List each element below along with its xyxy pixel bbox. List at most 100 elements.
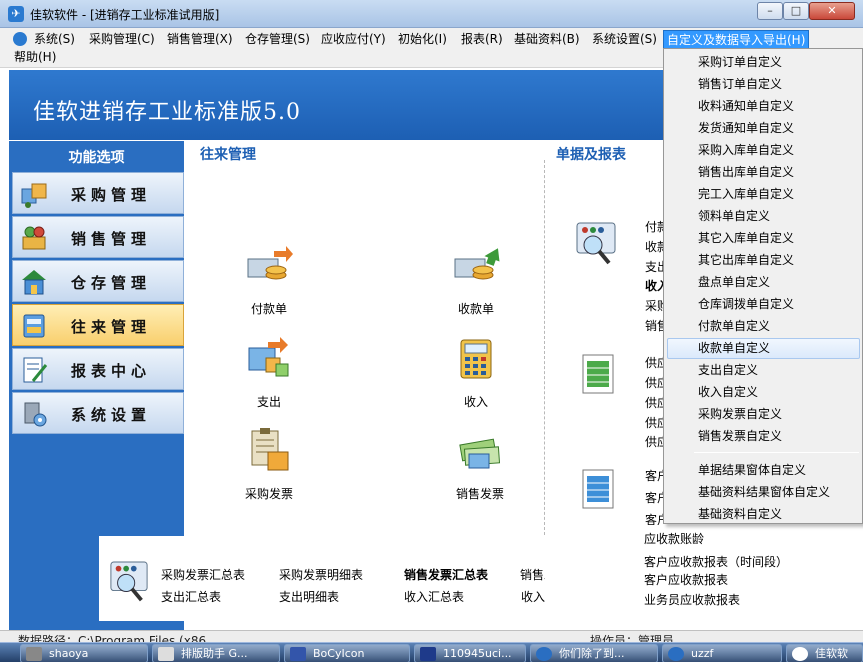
- tile-income-label: 收入: [463, 395, 488, 409]
- summary-link[interactable]: 收入汇总表: [404, 588, 464, 605]
- nav-system-settings[interactable]: 系统设置: [12, 392, 184, 434]
- minimize-button[interactable]: –: [757, 2, 783, 20]
- taskbar-item[interactable]: 你们除了到...: [530, 644, 658, 662]
- menu-purchase[interactable]: 采购管理(C): [86, 30, 158, 49]
- status-data-path: 数据路径：C:\Program Files (x86: [18, 634, 207, 642]
- system-menu-icon[interactable]: [13, 32, 27, 46]
- dropdown-item[interactable]: 收款单自定义: [667, 338, 860, 359]
- app-name: 佳软进销存工业标准版5.0: [33, 100, 301, 125]
- tile-sales-invoice[interactable]: 销售发票: [440, 426, 520, 506]
- accounts-icon: [23, 314, 45, 338]
- tile-expense[interactable]: 支出: [229, 334, 309, 414]
- taskbar-item[interactable]: BoCyIcon: [284, 644, 410, 662]
- menu-receivable-payable[interactable]: 应收应付(Y): [318, 30, 389, 49]
- app-icon: [536, 647, 552, 661]
- nav-accounts[interactable]: 往来管理: [12, 304, 184, 346]
- summary-link[interactable]: 支出汇总表: [161, 588, 221, 605]
- summary-link[interactable]: 采购发票汇总表: [161, 566, 245, 583]
- dropdown-item[interactable]: 盘点单自定义: [667, 272, 860, 293]
- app-icon: [26, 647, 42, 661]
- taskbar-item[interactable]: 排版助手 G...: [152, 644, 280, 662]
- dropdown-item[interactable]: 完工入库单自定义: [667, 184, 860, 205]
- dropdown-item[interactable]: 其它出库单自定义: [667, 250, 860, 271]
- dropdown-item[interactable]: 其它入库单自定义: [667, 228, 860, 249]
- dropdown-item[interactable]: 销售发票自定义: [667, 426, 860, 447]
- tile-payment[interactable]: 付款单: [229, 241, 309, 321]
- dropdown-item[interactable]: 基础资料结果窗体自定义: [667, 482, 860, 503]
- dropdown-item[interactable]: 支出自定义: [667, 360, 860, 381]
- menu-initialize[interactable]: 初始化(I): [395, 30, 450, 49]
- income-icon: [460, 339, 492, 379]
- taskbar-item-label: 110945uci...: [443, 647, 512, 660]
- taskbar-item[interactable]: uzzf: [662, 644, 782, 662]
- tile-income[interactable]: 收入: [436, 334, 516, 414]
- dropdown-item[interactable]: 领料单自定义: [667, 206, 860, 227]
- summary-search-icon: [110, 561, 148, 602]
- app-icon: [158, 647, 174, 661]
- report-link-customer-receivable-period[interactable]: 客户应收款报表（时间段）: [644, 553, 788, 570]
- nav-warehouse[interactable]: 仓存管理: [12, 260, 184, 302]
- dropdown-separator: [694, 452, 859, 453]
- summary-link[interactable]: 销售发: [520, 566, 545, 583]
- close-button[interactable]: ✕: [809, 2, 855, 20]
- dropdown-item[interactable]: 基础资料自定义: [667, 504, 860, 525]
- taskbar-item[interactable]: 110945uci...: [414, 644, 526, 662]
- menu-sales[interactable]: 销售管理(X): [164, 30, 236, 49]
- taskbar-item-label: 你们除了到...: [559, 647, 625, 660]
- dropdown-item[interactable]: 采购订单自定义: [667, 52, 860, 73]
- report-link-receivable-aging[interactable]: 应收款账龄: [644, 530, 704, 547]
- tile-sales-invoice-label: 销售发票: [455, 487, 504, 501]
- summary-link[interactable]: 销售发票汇总表: [404, 566, 488, 583]
- app-icon: [290, 647, 306, 661]
- window-title: 佳软软件 - [进销存工业标准试用版]: [30, 8, 220, 22]
- dropdown-item[interactable]: 付款单自定义: [667, 316, 860, 337]
- menu-inventory[interactable]: 仓存管理(S): [242, 30, 313, 49]
- dropdown-item[interactable]: 采购入库单自定义: [667, 140, 860, 161]
- status-operator: 操作员：管理员: [590, 634, 675, 642]
- summary-link[interactable]: 支出明细表: [279, 588, 339, 605]
- expense-icon: [248, 337, 289, 377]
- tile-receipt[interactable]: 收款单: [436, 241, 516, 321]
- settings-icon: [24, 402, 47, 427]
- nav-sales[interactable]: 销售管理: [12, 216, 184, 258]
- dropdown-item[interactable]: 销售出库单自定义: [667, 162, 860, 183]
- summary-link[interactable]: 收入明: [521, 588, 545, 605]
- taskbar-item[interactable]: shaoya: [20, 644, 148, 662]
- dropdown-item[interactable]: 销售订单自定义: [667, 74, 860, 95]
- dropdown-item[interactable]: 收入自定义: [667, 382, 860, 403]
- taskbar-item-label: uzzf: [691, 647, 714, 660]
- warehouse-icon: [22, 270, 46, 295]
- custom-import-export-dropdown: 采购订单自定义 销售订单自定义 收料通知单自定义 发货通知单自定义 采购入库单自定义 销售…: [663, 48, 863, 524]
- menu-help[interactable]: 帮助(H): [11, 48, 59, 67]
- menu-system-settings[interactable]: 系统设置(S): [589, 30, 660, 49]
- nav-accounts-label: 往来管理: [71, 318, 152, 336]
- sales-invoice-icon: [459, 438, 501, 469]
- nav-purchase[interactable]: 采购管理: [12, 172, 184, 214]
- menu-reports[interactable]: 报表(R): [458, 30, 506, 49]
- app-icon: [792, 647, 808, 661]
- dropdown-item[interactable]: 收料通知单自定义: [667, 96, 860, 117]
- dropdown-item[interactable]: 仓库调拨单自定义: [667, 294, 860, 315]
- report-link-salesperson-receivable[interactable]: 业务员应收款报表: [644, 591, 740, 608]
- dropdown-item[interactable]: 采购发票自定义: [667, 404, 860, 425]
- tile-receipt-label: 收款单: [457, 302, 494, 316]
- report-link-customer-receivable[interactable]: 客户应收款报表: [644, 571, 728, 588]
- tile-expense-label: 支出: [256, 395, 281, 409]
- dropdown-item[interactable]: 单据结果窗体自定义: [667, 460, 860, 481]
- menu-system[interactable]: 系统(S): [31, 30, 78, 49]
- summary-link[interactable]: 采购发票明细表: [279, 566, 363, 583]
- taskbar-item[interactable]: 佳软软: [786, 644, 863, 662]
- menu-basic-data[interactable]: 基础资料(B): [511, 30, 583, 49]
- dropdown-item[interactable]: 发货通知单自定义: [667, 118, 860, 139]
- nav-report-center-label: 报表中心: [71, 362, 152, 380]
- receivable-reports-panel: 应收款账龄 客户应收款报表（时间段） 客户应收款报表 业务员应收款报表: [545, 525, 863, 625]
- purchase-invoice-icon: [251, 428, 289, 471]
- section-documents-title: 单据及报表: [556, 147, 626, 163]
- nav-warehouse-label: 仓存管理: [71, 274, 152, 292]
- tile-purchase-invoice[interactable]: 采购发票: [229, 426, 309, 506]
- taskbar-item-label: BoCyIcon: [313, 647, 365, 660]
- purchase-icon: [21, 183, 47, 208]
- menu-custom-import-export[interactable]: 自定义及数据导入导出(H): [663, 30, 810, 49]
- nav-report-center[interactable]: 报表中心: [12, 348, 184, 390]
- maximize-button[interactable]: □: [783, 2, 809, 20]
